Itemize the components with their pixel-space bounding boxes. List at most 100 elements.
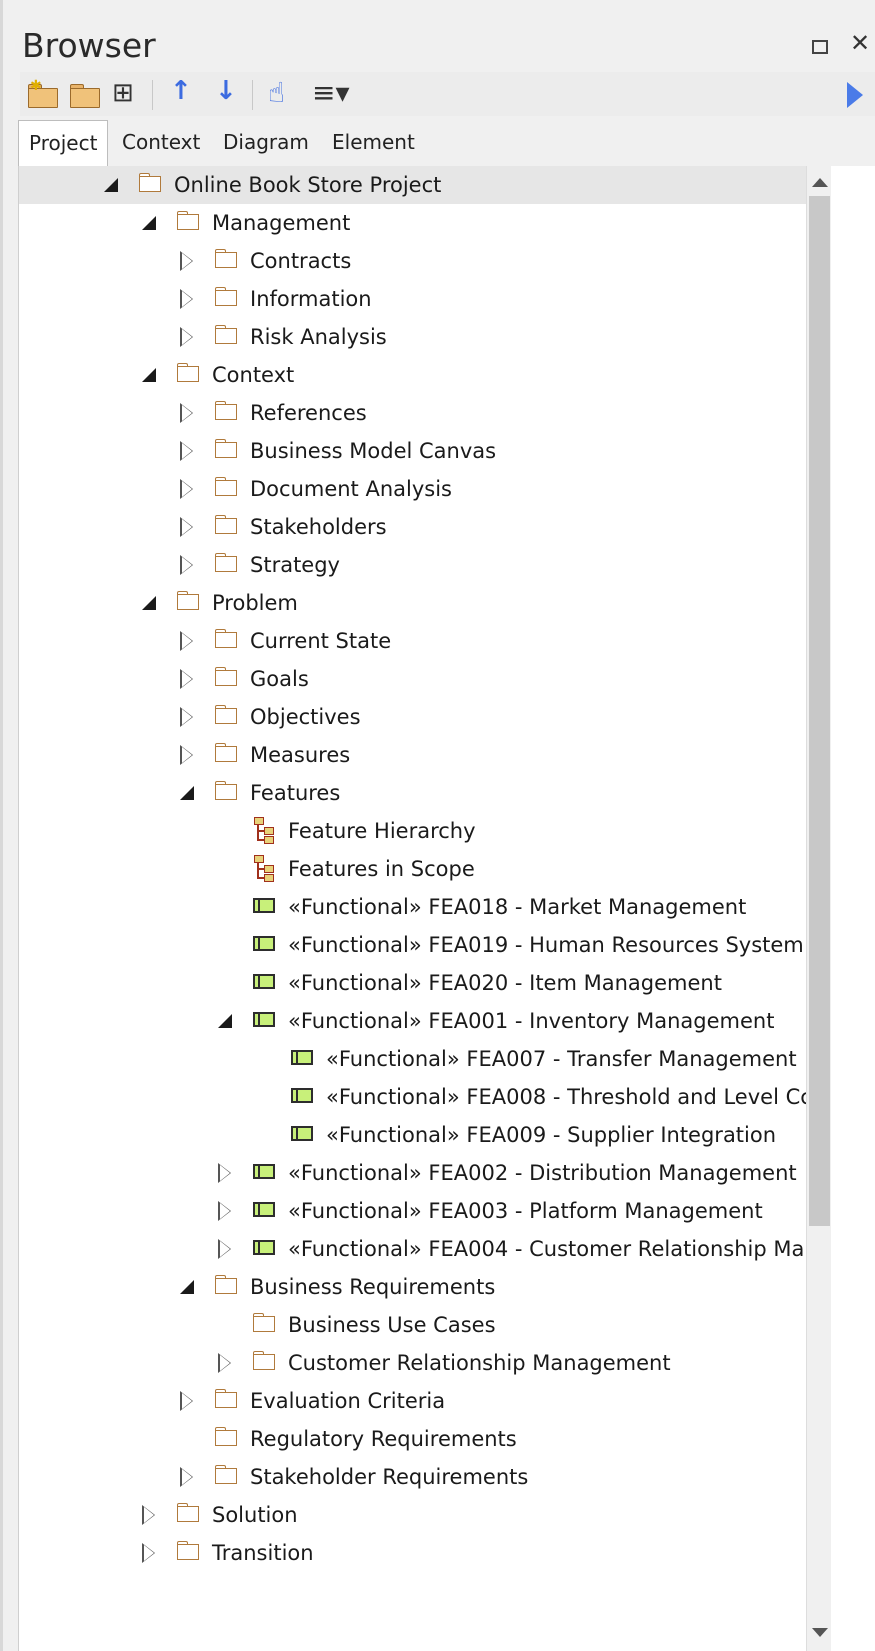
tree-row[interactable]: Solution [19,1496,806,1534]
tab-element[interactable]: Element [326,128,421,156]
restore-icon[interactable] [812,40,828,54]
tree-row[interactable]: «Functional» FEA018 - Market Management [19,888,806,926]
tree-row[interactable]: Management [19,204,806,242]
scroll-down-icon[interactable] [812,1628,828,1637]
tree-row[interactable]: Features in Scope [19,850,806,888]
tree-row[interactable]: Contracts [19,242,806,280]
tree-row[interactable]: Context [19,356,806,394]
expand-arrow-icon[interactable] [180,280,196,318]
expand-arrow-icon[interactable] [142,1534,158,1572]
expand-arrow-icon[interactable] [180,318,196,356]
expand-arrow-icon[interactable] [180,622,196,660]
tree-item-label: Features in Scope [288,857,475,881]
tree-row[interactable]: Evaluation Criteria [19,1382,806,1420]
expand-arrow-icon[interactable] [180,432,196,470]
tree-row[interactable]: «Functional» FEA007 - Transfer Managemen… [19,1040,806,1078]
tree-item-label: Feature Hierarchy [288,819,476,843]
tree-row[interactable]: Features [19,774,806,812]
expand-arrow-icon[interactable] [180,736,196,774]
expand-arrow-icon[interactable] [180,660,196,698]
close-icon[interactable]: ✕ [850,31,870,55]
tree-item-label: Strategy [250,553,340,577]
tree-row[interactable]: «Functional» FEA001 - Inventory Manageme… [19,1002,806,1040]
feature-element-icon [252,1002,278,1040]
expand-arrow-icon[interactable] [180,698,196,736]
collapse-arrow-icon[interactable] [180,774,196,812]
tree-row[interactable]: Information [19,280,806,318]
tree-row[interactable]: Stakeholders [19,508,806,546]
collapse-arrow-icon[interactable] [104,166,120,204]
tree-row[interactable]: «Functional» FEA020 - Item Management [19,964,806,1002]
tree-row[interactable]: Objectives [19,698,806,736]
tree-row[interactable]: Transition [19,1534,806,1572]
scroll-up-icon[interactable] [812,178,828,187]
tree-row[interactable]: «Functional» FEA008 - Threshold and Leve… [19,1078,806,1116]
expand-arrow-icon[interactable] [180,470,196,508]
tree-item-label: Objectives [250,705,361,729]
open-folder-icon[interactable] [70,84,100,108]
folder-icon [214,280,240,318]
tree-row[interactable]: Problem [19,584,806,622]
new-package-icon[interactable]: ✱ [28,78,58,108]
tree-row[interactable]: Measures [19,736,806,774]
tree-row[interactable]: Online Book Store Project [19,166,806,204]
tree-row[interactable]: «Functional» FEA002 - Distribution Manag… [19,1154,806,1192]
folder-icon [176,1534,202,1572]
tab-diagram[interactable]: Diagram [217,128,315,156]
tree-item-label: Customer Relationship Management [288,1351,671,1375]
panel-edge [0,0,3,1651]
tree-row[interactable]: Regulatory Requirements [19,1420,806,1458]
tree-row[interactable]: Business Model Canvas [19,432,806,470]
tree-row[interactable]: «Functional» FEA003 - Platform Managemen… [19,1192,806,1230]
tree-row[interactable]: Risk Analysis [19,318,806,356]
browser-tabs: Project Context Diagram Element [18,118,875,168]
play-icon[interactable] [847,82,863,108]
expand-arrow-icon[interactable] [218,1230,234,1268]
browser-panel: Browser ✕ ✱ ⊞ ↑ ↓ ☝ ≡▾ Project Context D… [0,0,875,1651]
tree-row[interactable]: References [19,394,806,432]
tree-row[interactable]: Current State [19,622,806,660]
tree-row[interactable]: Business Use Cases [19,1306,806,1344]
collapse-arrow-icon[interactable] [142,584,158,622]
feature-element-icon [252,926,278,964]
tree-row[interactable]: Document Analysis [19,470,806,508]
expand-arrow-icon[interactable] [142,1496,158,1534]
menu-icon[interactable]: ≡▾ [312,76,350,109]
tree-row[interactable]: «Functional» FEA019 - Human Resources Sy… [19,926,806,964]
tree-row[interactable]: Stakeholder Requirements [19,1458,806,1496]
move-down-icon[interactable]: ↓ [215,76,237,108]
locate-icon[interactable]: ☝ [268,76,285,109]
folder-icon [214,1382,240,1420]
expand-arrow-icon[interactable] [218,1154,234,1192]
move-up-icon[interactable]: ↑ [170,76,192,108]
tree-item-label: References [250,401,367,425]
tree-row[interactable]: Goals [19,660,806,698]
tree-row[interactable]: Business Requirements [19,1268,806,1306]
collapse-arrow-icon[interactable] [180,1268,196,1306]
expand-arrow-icon[interactable] [180,1458,196,1496]
expand-arrow-icon[interactable] [180,546,196,584]
expand-arrow-icon[interactable] [180,1382,196,1420]
expand-arrow-icon[interactable] [180,242,196,280]
vertical-scrollbar[interactable] [806,166,832,1651]
collapse-arrow-icon[interactable] [142,356,158,394]
feature-element-icon [290,1040,316,1078]
tree-row[interactable]: Feature Hierarchy [19,812,806,850]
expand-arrow-icon[interactable] [180,394,196,432]
scroll-thumb[interactable] [809,196,830,1226]
tab-context[interactable]: Context [116,128,206,156]
folder-icon [176,204,202,242]
tree-row[interactable]: «Functional» FEA009 - Supplier Integrati… [19,1116,806,1154]
collapse-arrow-icon[interactable] [218,1002,234,1040]
folder-icon [176,1496,202,1534]
feature-element-icon [252,1154,278,1192]
collapse-arrow-icon[interactable] [142,204,158,242]
tree-row[interactable]: Strategy [19,546,806,584]
tab-project[interactable]: Project [18,120,109,168]
expand-arrow-icon[interactable] [180,508,196,546]
expand-arrow-icon[interactable] [218,1344,234,1382]
expand-arrow-icon[interactable] [218,1192,234,1230]
tree-row[interactable]: Customer Relationship Management [19,1344,806,1382]
tree-row[interactable]: «Functional» FEA004 - Customer Relations… [19,1230,806,1268]
hierarchy-icon[interactable]: ⊞ [112,78,134,110]
